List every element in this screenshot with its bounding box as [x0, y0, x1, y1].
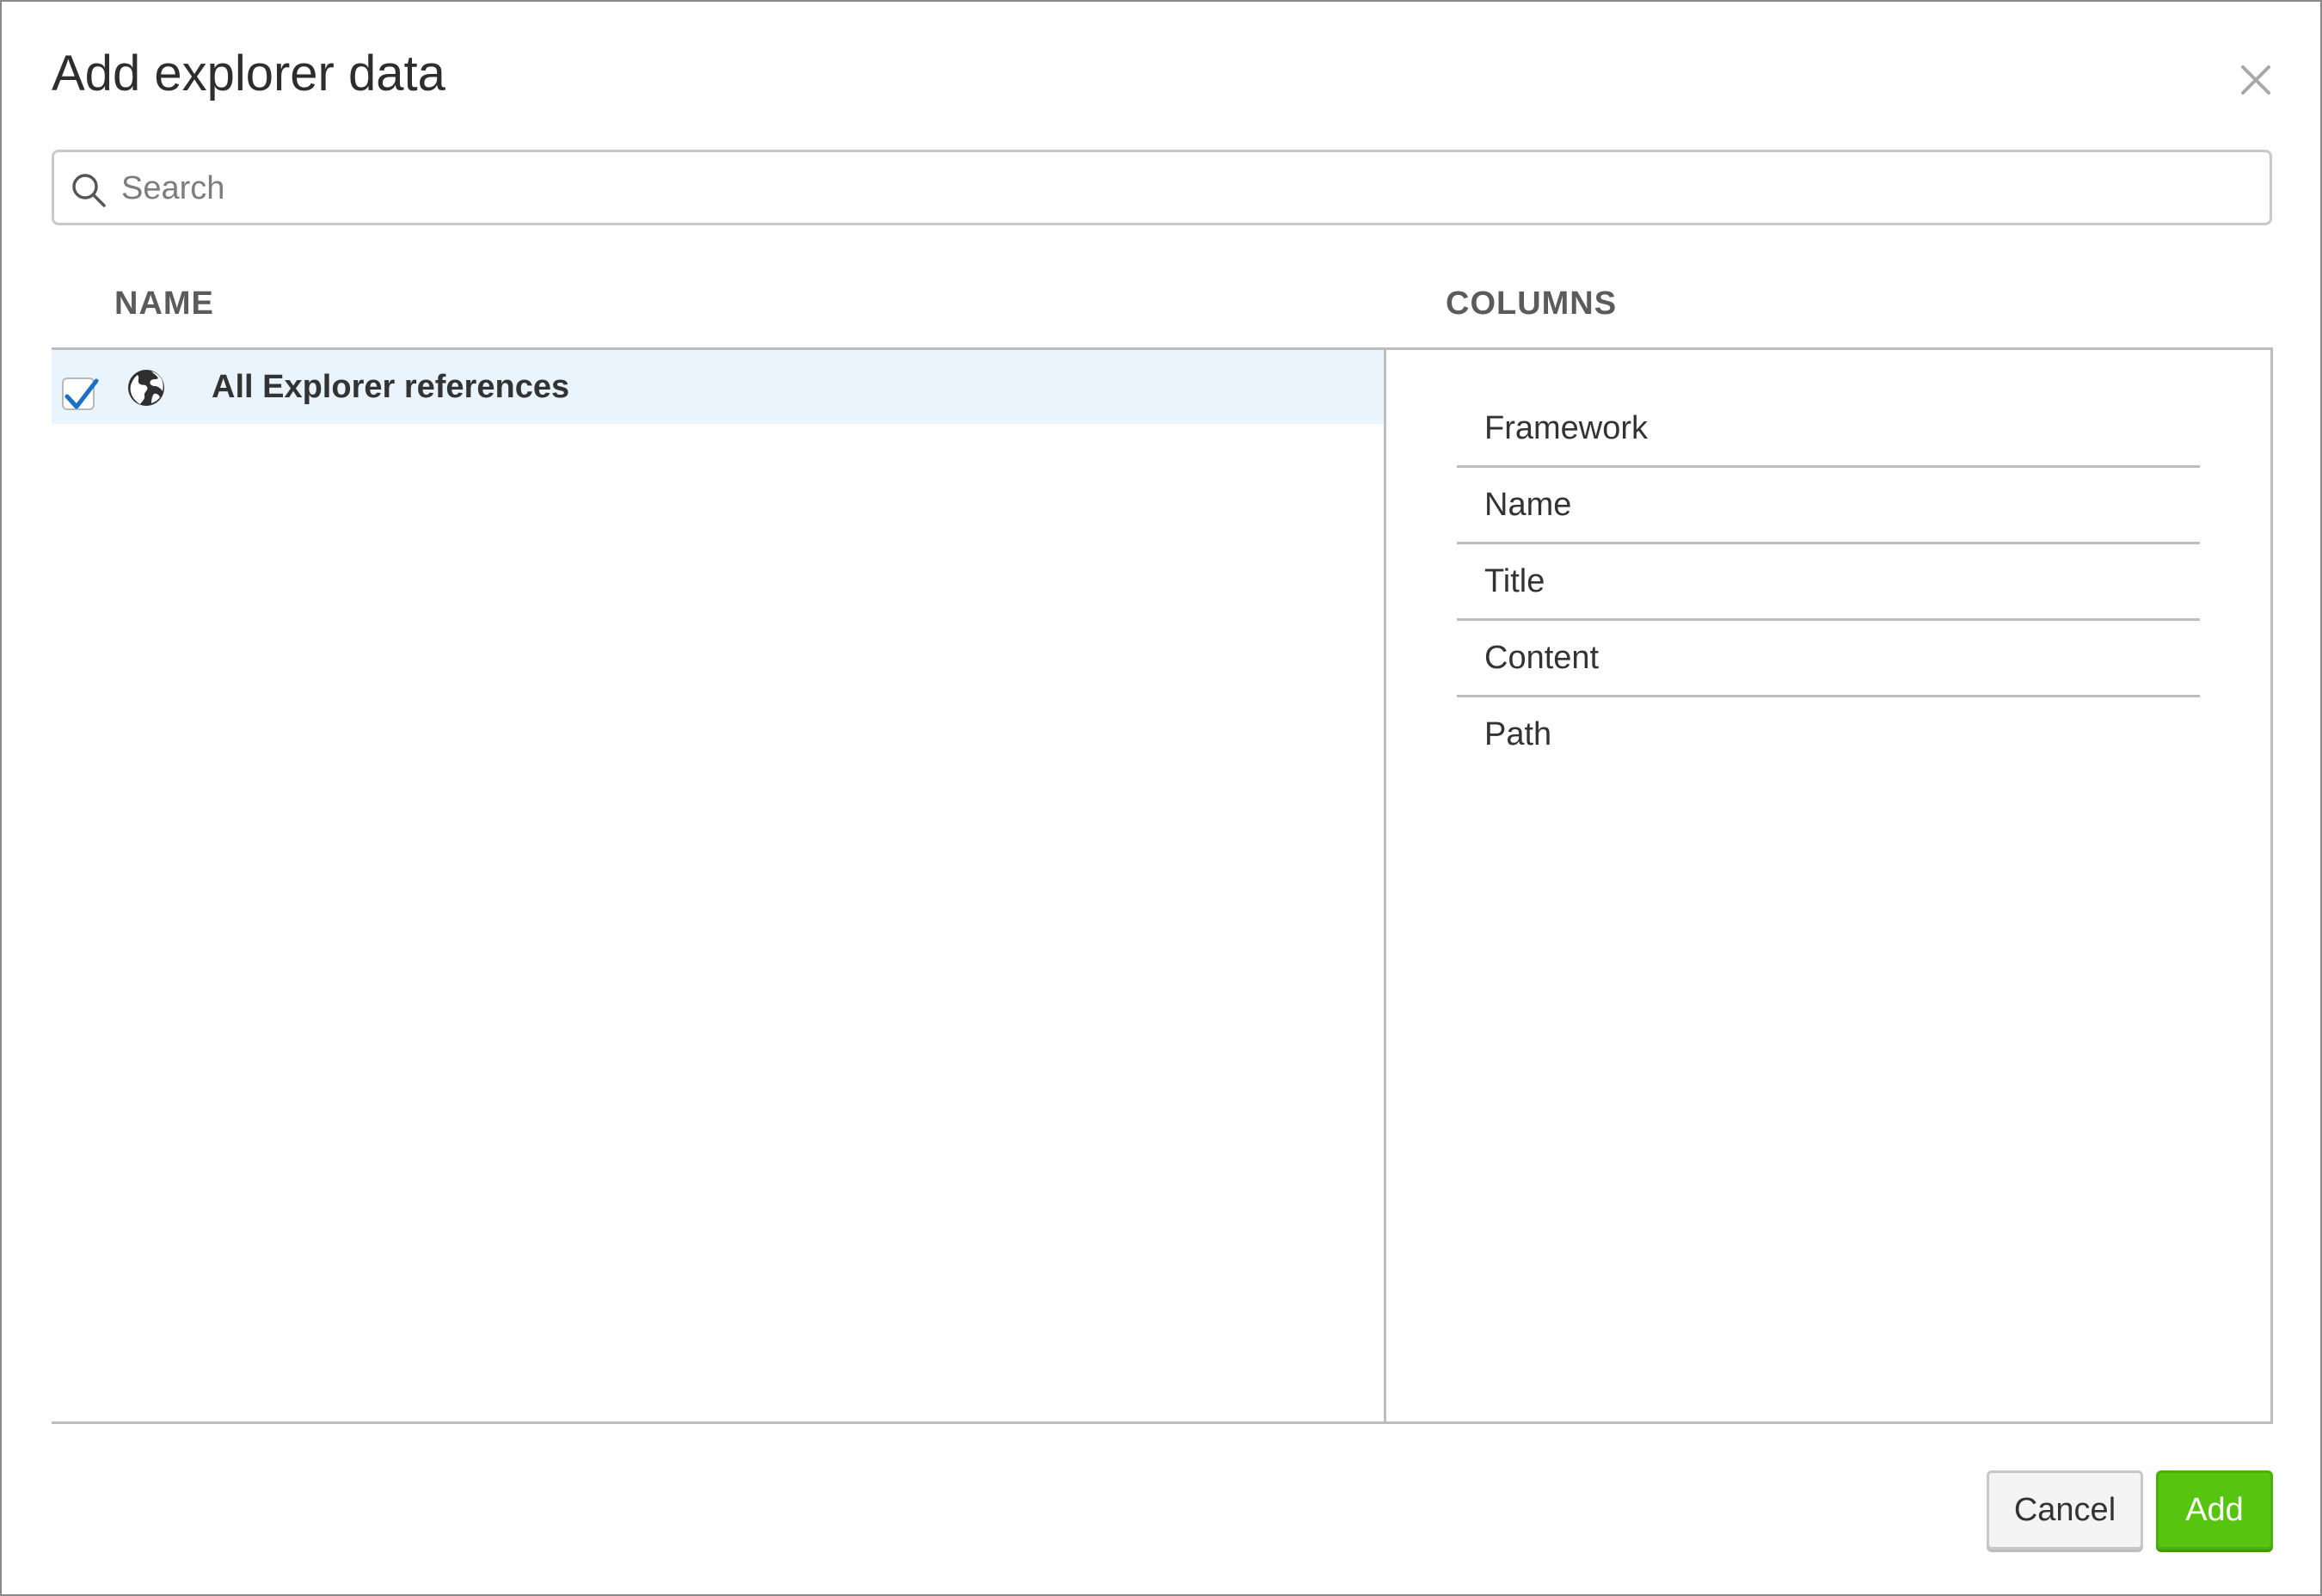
close-button[interactable]	[2234, 58, 2277, 101]
list-item: Content	[1457, 621, 2200, 697]
dialog-title: Add explorer data	[52, 46, 445, 101]
list-item: Title	[1457, 544, 2200, 621]
list-item: Framework	[1457, 391, 2200, 468]
list-item: Path	[1484, 716, 1552, 752]
table-row[interactable]: All Explorer references	[52, 350, 1384, 424]
list-item: Name	[1457, 468, 2200, 544]
row-checkbox[interactable]	[62, 378, 99, 410]
close-icon	[2241, 65, 2270, 95]
name-column-header: NAME	[114, 285, 214, 322]
globe-icon	[128, 370, 164, 406]
data-table: All Explorer references Framework Name T…	[52, 347, 2273, 1424]
columns-panel: Framework Name Title Content Path	[1386, 350, 2273, 1421]
row-label: All Explorer references	[212, 369, 570, 405]
search-icon	[72, 174, 106, 207]
add-explorer-data-dialog: Add explorer data NAME COLUMNS	[0, 0, 2322, 1596]
search-box	[52, 150, 2272, 225]
source-list: All Explorer references	[52, 350, 1386, 1421]
search-input[interactable]	[120, 152, 2256, 224]
cancel-button[interactable]: Cancel	[1987, 1470, 2143, 1550]
checkmark-icon	[64, 378, 99, 409]
column-list: Framework Name Title Content Path	[1457, 391, 2200, 771]
columns-column-header: COLUMNS	[1446, 285, 1618, 322]
add-button[interactable]: Add	[2156, 1470, 2273, 1550]
